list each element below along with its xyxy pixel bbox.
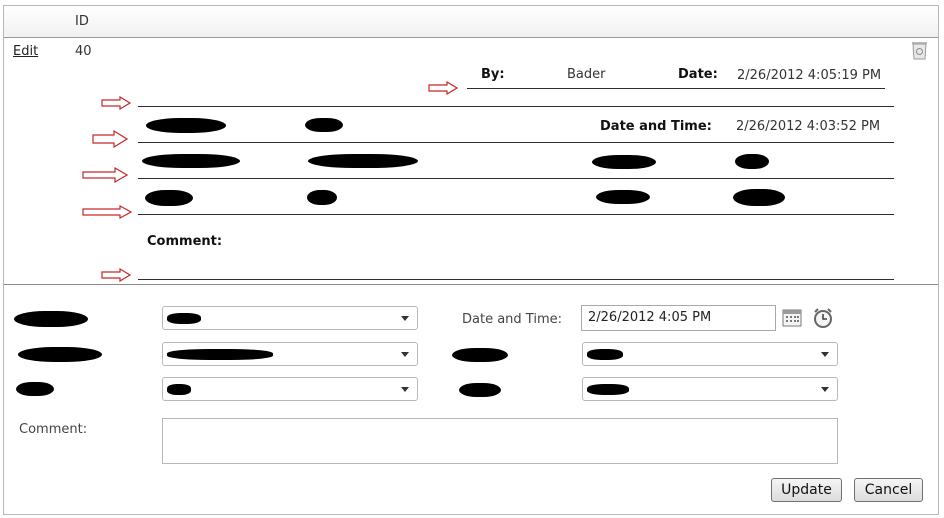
redacted-text <box>592 155 656 169</box>
divider <box>138 178 894 179</box>
field-4-select[interactable] <box>162 377 418 401</box>
redacted-text <box>596 190 650 204</box>
divider <box>138 214 894 215</box>
redacted-text <box>308 154 418 168</box>
redacted-text <box>733 189 785 206</box>
calendar-icon[interactable] <box>782 308 802 328</box>
divider <box>467 88 885 89</box>
redacted-label <box>18 347 102 362</box>
comment-label: Comment: <box>147 234 223 249</box>
field-3-select[interactable] <box>582 342 838 366</box>
right-arrow-icon <box>82 167 128 183</box>
date-value: 2/26/2012 4:05:19 PM <box>737 68 882 83</box>
redacted-text <box>146 118 226 133</box>
date-time-value: 2/26/2012 4:03:52 PM <box>736 119 881 134</box>
cancel-button[interactable]: Cancel <box>854 478 923 502</box>
clock-icon[interactable] <box>812 307 834 329</box>
redacted-label <box>459 383 501 397</box>
by-label: By: <box>481 67 505 82</box>
right-arrow-icon <box>82 205 132 219</box>
redacted-label <box>16 382 54 396</box>
date-label: Date: <box>678 67 718 82</box>
by-value: Bader <box>567 67 606 82</box>
comment-textarea[interactable] <box>162 418 838 464</box>
field-2-select[interactable] <box>162 342 418 366</box>
redacted-text <box>305 118 343 132</box>
redacted-text <box>307 190 337 205</box>
field-5-select[interactable] <box>582 377 838 401</box>
grid-header: ID <box>4 6 938 38</box>
right-arrow-icon <box>92 130 128 148</box>
recycle-bin-icon[interactable] <box>911 40 928 60</box>
right-arrow-icon <box>428 81 458 95</box>
right-arrow-icon <box>101 96 131 110</box>
redacted-text <box>735 154 769 169</box>
form-date-time-label: Date and Time: <box>462 312 562 327</box>
right-arrow-icon <box>101 268 131 282</box>
date-time-input[interactable]: 2/26/2012 4:05 PM <box>581 305 776 331</box>
redacted-label <box>14 311 88 327</box>
redacted-text <box>145 190 193 206</box>
divider <box>138 106 894 107</box>
redacted-text <box>142 154 240 168</box>
edit-link[interactable]: Edit <box>13 44 38 59</box>
update-button[interactable]: Update <box>771 478 842 502</box>
redacted-label <box>452 348 508 362</box>
field-1-select[interactable] <box>162 306 418 330</box>
divider <box>138 279 894 280</box>
row-id: 40 <box>75 44 92 59</box>
divider <box>138 142 894 143</box>
date-time-label: Date and Time: <box>600 119 712 134</box>
form-comment-label: Comment: <box>19 422 88 437</box>
id-column-header: ID <box>75 14 89 29</box>
section-separator <box>4 284 938 285</box>
